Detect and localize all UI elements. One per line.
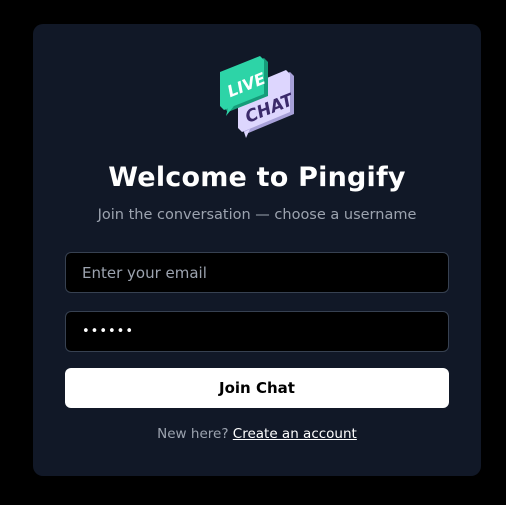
password-input[interactable]	[65, 311, 449, 352]
signup-prompt-text: New here?	[157, 426, 229, 442]
signup-prompt: New here? Create an account	[33, 424, 481, 444]
page-subtitle: Join the conversation — choose a usernam…	[97, 207, 417, 223]
join-chat-button[interactable]: Join Chat	[65, 368, 449, 408]
login-card: CHAT LIVE Welcome to Pingify Join the co…	[33, 24, 481, 476]
page-title: Welcome to Pingify	[108, 162, 406, 193]
email-input[interactable]	[65, 252, 449, 293]
live-chat-logo-icon: CHAT LIVE	[220, 54, 298, 138]
create-account-link[interactable]: Create an account	[233, 426, 357, 442]
